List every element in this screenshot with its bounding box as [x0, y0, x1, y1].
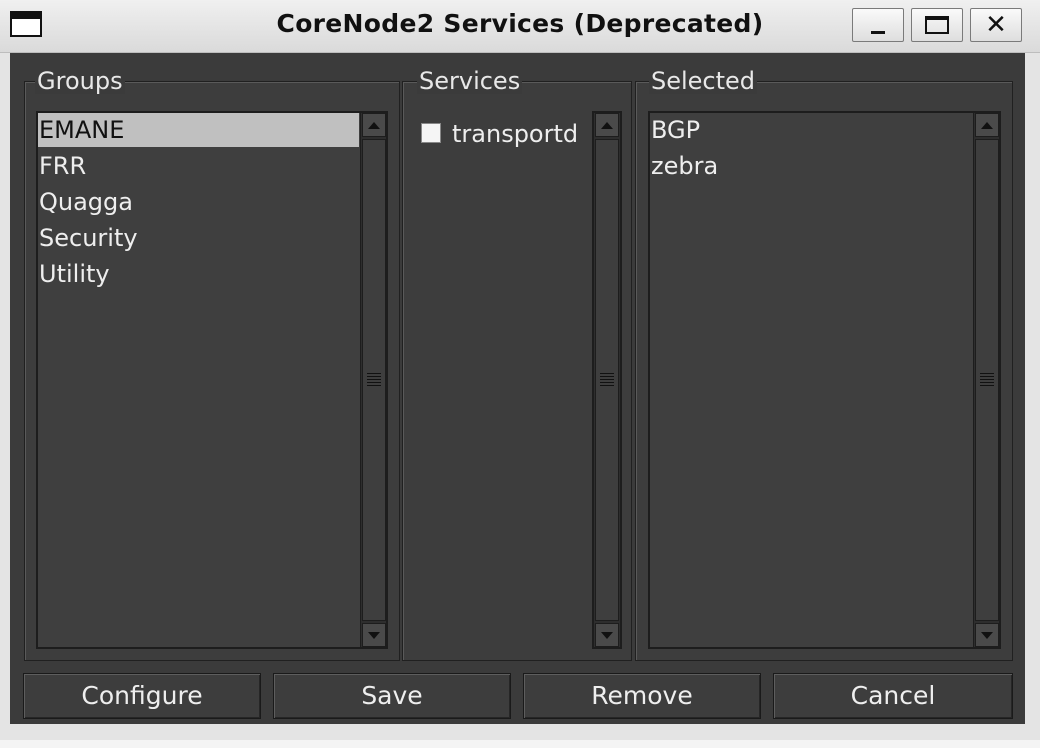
- services-scrollbar[interactable]: [592, 111, 622, 649]
- save-button[interactable]: Save: [273, 673, 511, 719]
- group-list-item[interactable]: Utility: [38, 257, 359, 291]
- close-button[interactable]: ✕: [970, 8, 1022, 42]
- configure-button[interactable]: Configure: [23, 673, 261, 719]
- selected-scrollbar[interactable]: [973, 113, 999, 647]
- maximize-icon: [925, 16, 949, 34]
- selected-scroll-thumb[interactable]: [975, 139, 999, 621]
- arrow-down-icon: [368, 631, 380, 639]
- group-list-item[interactable]: Security: [38, 221, 359, 255]
- groups-frame: Groups EMANE FRR Quagga Security Utility: [24, 68, 400, 661]
- cancel-button[interactable]: Cancel: [773, 673, 1013, 719]
- services-dialog: CoreNode2 Services (Deprecated) ✕ Groups…: [0, 0, 1040, 748]
- selected-frame: Selected BGP zebra: [635, 68, 1013, 661]
- selected-list-item[interactable]: BGP: [650, 113, 971, 147]
- group-list-item[interactable]: EMANE: [38, 113, 359, 147]
- groups-scroll-thumb[interactable]: [362, 139, 386, 621]
- dialog-body: Groups EMANE FRR Quagga Security Utility Ser…: [10, 53, 1025, 724]
- service-label: transportd: [452, 120, 579, 148]
- group-list-item[interactable]: FRR: [38, 149, 359, 183]
- selected-label: Selected: [649, 67, 758, 95]
- group-list-item[interactable]: Quagga: [38, 185, 359, 219]
- minimize-icon: [871, 30, 885, 34]
- title-bar[interactable]: CoreNode2 Services (Deprecated) ✕: [0, 0, 1040, 53]
- groups-scroll-up-button[interactable]: [362, 113, 386, 137]
- arrow-up-icon: [368, 121, 380, 129]
- groups-scrollbar[interactable]: [360, 113, 386, 647]
- groups-scroll-down-button[interactable]: [362, 623, 386, 647]
- grip-icon: [980, 373, 994, 387]
- maximize-button[interactable]: [911, 8, 963, 42]
- services-frame: Services transportd: [402, 68, 632, 661]
- minimize-button[interactable]: [852, 8, 904, 42]
- selected-scroll-down-button[interactable]: [975, 623, 999, 647]
- arrow-down-icon: [981, 631, 993, 639]
- services-label: Services: [417, 67, 523, 95]
- services-scroll-up-button[interactable]: [595, 113, 619, 137]
- arrow-up-icon: [601, 121, 613, 129]
- groups-listbox[interactable]: EMANE FRR Quagga Security Utility: [36, 111, 388, 649]
- selected-scroll-up-button[interactable]: [975, 113, 999, 137]
- grip-icon: [600, 373, 614, 387]
- services-scroll-down-button[interactable]: [595, 623, 619, 647]
- services-scroll-thumb[interactable]: [595, 139, 619, 621]
- service-checkbox[interactable]: [421, 123, 441, 143]
- grip-icon: [367, 373, 381, 387]
- arrow-up-icon: [981, 121, 993, 129]
- groups-label: Groups: [35, 67, 125, 95]
- selected-list-item[interactable]: zebra: [650, 149, 971, 183]
- close-icon: ✕: [985, 10, 1007, 40]
- selected-listbox[interactable]: BGP zebra: [648, 111, 1001, 649]
- remove-button[interactable]: Remove: [523, 673, 761, 719]
- arrow-down-icon: [601, 631, 613, 639]
